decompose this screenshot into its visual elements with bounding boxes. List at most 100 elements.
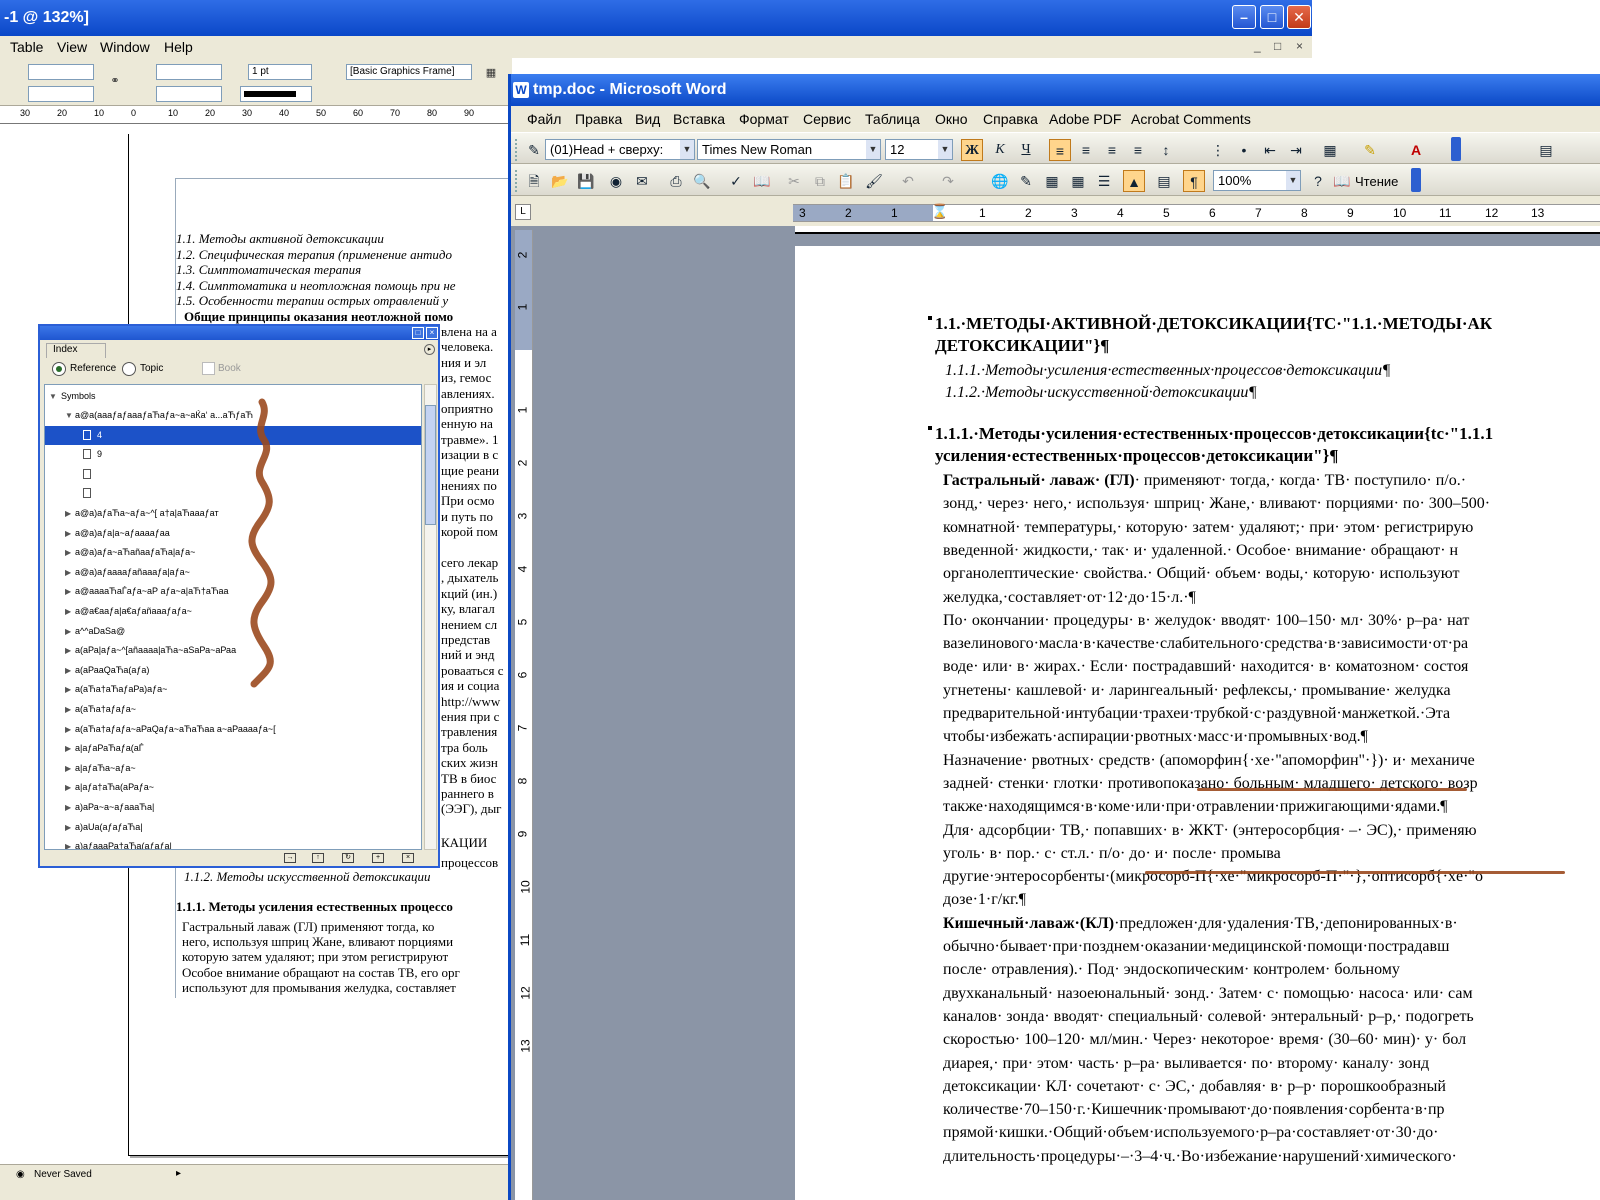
toolbar-grip[interactable] bbox=[515, 170, 519, 192]
chevron-down-icon[interactable]: ▼ bbox=[866, 140, 880, 159]
toolbar-options-chevron[interactable] bbox=[1411, 168, 1421, 192]
generate-index-icon[interactable]: ↑ bbox=[312, 853, 324, 863]
menu-table-ru[interactable]: Таблица bbox=[865, 111, 920, 127]
horizontal-ruler[interactable]: ⌛ 3 2 1 1 2 3 4 5 6 7 8 9 10 11 12 13 bbox=[793, 203, 1600, 222]
index-entry-list[interactable]: ▼ Symbols ▼ а@а(аааƒаƒаааƒаЋаƒа~а~аЌа‘ а...… bbox=[44, 384, 422, 850]
index-topic-row[interactable]: ▶ а|аƒаЋа~аƒа~ bbox=[45, 759, 421, 778]
document-text-line[interactable]: уголь· в· пор.· с· ст.л.· п/о· до· и· по… bbox=[943, 845, 1281, 863]
new-entry-icon[interactable]: + bbox=[372, 853, 384, 863]
collapsed-triangle-icon[interactable]: ▶ bbox=[65, 705, 71, 714]
menu-format[interactable]: Формат bbox=[739, 111, 789, 127]
collapsed-triangle-icon[interactable]: ▶ bbox=[65, 744, 71, 753]
menu-window[interactable]: Window bbox=[100, 39, 150, 55]
close-button[interactable]: ✕ bbox=[1287, 5, 1311, 29]
tables-borders-icon[interactable]: ✎ bbox=[1015, 170, 1037, 192]
document-text-line[interactable]: По· окончании· процедуры· в· желудок· вв… bbox=[943, 612, 1469, 630]
index-topic-row[interactable]: ▶ а(аЋа†аƒаƒа~аРаQаƒа~аЋаЋаа а~аРааааƒа~[ bbox=[45, 720, 421, 739]
index-topic-row[interactable]: ▶ а|аƒа†аЋа(аРаƒа~ bbox=[45, 778, 421, 797]
format-painter-icon[interactable]: 🖌 bbox=[863, 170, 885, 192]
menu-file[interactable]: Файл bbox=[527, 111, 561, 127]
document-text-line[interactable]: обычно·бывает·при·позднем·оказании·медиц… bbox=[943, 938, 1449, 956]
print-preview-icon[interactable]: 🔍 bbox=[691, 170, 713, 192]
palette-collapse-button[interactable]: □ bbox=[412, 327, 424, 339]
tab-stop-selector[interactable]: L bbox=[515, 204, 531, 220]
paste-icon[interactable]: 📋 bbox=[835, 170, 857, 192]
index-topic-row[interactable]: ▶ а@а)аƒа|а~аƒааааƒаа bbox=[45, 524, 421, 543]
index-topic-row[interactable]: ▶ а(аРа|аƒа~^[аñаааа|аЋа~аSаРа~аРаа bbox=[45, 641, 421, 660]
spelling-icon[interactable]: ✓ bbox=[725, 170, 747, 192]
index-page-reference[interactable]: 9 bbox=[45, 445, 421, 464]
object-style-select[interactable]: [Basic Graphics Frame] bbox=[346, 64, 472, 80]
collapsed-triangle-icon[interactable]: ▶ bbox=[65, 842, 71, 849]
columns-icon[interactable]: ☰ bbox=[1093, 170, 1115, 192]
rotation-field[interactable] bbox=[156, 64, 222, 80]
chevron-down-icon[interactable]: ▼ bbox=[938, 140, 952, 159]
heading-2-line-2[interactable]: усиления·естественных·процессов·детоксик… bbox=[935, 446, 1338, 466]
font-select[interactable]: Times New Roman ▼ bbox=[697, 139, 881, 160]
object-style-icon[interactable]: ▦ bbox=[484, 66, 498, 80]
read-mode-button[interactable]: Чтение bbox=[1355, 174, 1398, 189]
document-text-line[interactable]: Кишечный·лаваж·(КЛ)·предложен·для·удален… bbox=[943, 915, 1458, 933]
research-icon[interactable]: 📖 bbox=[751, 170, 773, 192]
index-topic-row[interactable]: ▶ а^^аDаSа@ bbox=[45, 622, 421, 641]
index-scroll-thumb[interactable] bbox=[425, 405, 436, 525]
permission-icon[interactable]: ◉ bbox=[605, 170, 627, 192]
index-topic-row[interactable]: ▶ а(аЋа†аЋаƒаРа)аƒа~ bbox=[45, 680, 421, 699]
font-color-button[interactable]: A bbox=[1405, 139, 1427, 161]
index-topic-row[interactable]: ▶ а(аЋа†аƒаƒа~ bbox=[45, 700, 421, 719]
bold-button[interactable]: Ж bbox=[961, 139, 983, 161]
collapsed-triangle-icon[interactable]: ▶ bbox=[65, 823, 71, 832]
index-scrollbar[interactable] bbox=[424, 384, 437, 850]
doc-restore-button[interactable]: □ bbox=[1274, 39, 1281, 53]
index-page-reference[interactable] bbox=[45, 484, 421, 503]
collapsed-triangle-icon[interactable]: ▶ bbox=[65, 529, 71, 538]
heading-2-line-1[interactable]: 1.1.1.·Методы·усиления·естественных·проц… bbox=[935, 424, 1493, 444]
menu-help-ru[interactable]: Справка bbox=[983, 111, 1038, 127]
topic-radio[interactable] bbox=[122, 362, 136, 376]
menu-view[interactable]: View bbox=[57, 39, 87, 55]
decrease-indent-button[interactable]: ⇤ bbox=[1259, 139, 1281, 161]
redo-icon[interactable]: ↷ bbox=[937, 170, 959, 192]
borders-button[interactable]: ▦ bbox=[1319, 139, 1341, 161]
index-page-reference[interactable] bbox=[45, 465, 421, 484]
index-topic-row[interactable]: ▶ а(аРааQаЋа(аƒа) bbox=[45, 661, 421, 680]
document-text-line[interactable]: желудка,·составляет·от·12·до·15·л.·¶ bbox=[943, 589, 1196, 607]
cut-icon[interactable]: ✂ bbox=[783, 170, 805, 192]
hyperlink-icon[interactable]: 🌐 bbox=[989, 170, 1011, 192]
reference-radio[interactable] bbox=[52, 362, 66, 376]
copy-icon[interactable]: ⧉ bbox=[809, 170, 831, 192]
book-checkbox[interactable] bbox=[202, 362, 215, 375]
index-topic-row[interactable]: ▶ а@ааааЋаЃаƒа~аР аƒа~а|аЋ†аЋаа bbox=[45, 582, 421, 601]
chevron-down-icon[interactable]: ▼ bbox=[1286, 171, 1300, 190]
index-topic-row[interactable]: ▶ а)аƒаааРа†аЋа(аƒаƒа| bbox=[45, 837, 421, 849]
open-folder-icon[interactable]: 📂 bbox=[549, 170, 571, 192]
minimize-button[interactable]: – bbox=[1232, 5, 1256, 29]
highlight-button[interactable]: ✎ bbox=[1359, 139, 1381, 161]
status-menu-arrow[interactable]: ▸ bbox=[176, 1168, 181, 1179]
document-text-line[interactable]: введенной· жидкости,· так· и· удаленной.… bbox=[943, 542, 1458, 560]
line-spacing-button[interactable]: ↕ bbox=[1155, 139, 1177, 161]
stroke-weight-select[interactable]: 1 pt bbox=[248, 64, 312, 80]
collapsed-triangle-icon[interactable]: ▶ bbox=[65, 783, 71, 792]
menu-edit[interactable]: Правка bbox=[575, 111, 622, 127]
collapsed-triangle-icon[interactable]: ▶ bbox=[65, 666, 71, 675]
new-document-icon[interactable]: 🗎 bbox=[523, 170, 545, 192]
document-text-line[interactable]: скоростью· 100–120· мл/мин.· Через· неко… bbox=[943, 1031, 1466, 1049]
index-topic-row[interactable]: ▶ а|аƒаРаЋаƒа(аЃ bbox=[45, 739, 421, 758]
toolbar-grip[interactable] bbox=[515, 139, 519, 161]
underline-button[interactable]: Ч bbox=[1015, 139, 1037, 161]
document-text-line[interactable]: вазелинового·масла·в·качестве·слабительн… bbox=[943, 635, 1468, 653]
word-app-icon[interactable]: W bbox=[513, 82, 529, 98]
styles-pane-icon[interactable]: ✎ bbox=[523, 139, 545, 161]
collapsed-triangle-icon[interactable]: ▶ bbox=[65, 548, 71, 557]
update-preview-icon[interactable]: ↻ bbox=[342, 853, 354, 863]
document-text-line[interactable]: диарея,· при· этом· часть· р–ра· выливае… bbox=[943, 1055, 1429, 1073]
stroke-type-select[interactable] bbox=[240, 86, 312, 102]
toc-entry[interactable]: 1.1.1.·Методы·усиления·естественных·проц… bbox=[945, 362, 1390, 380]
save-icon[interactable]: 💾 bbox=[575, 170, 597, 192]
menu-window-ru[interactable]: Окно bbox=[935, 111, 968, 127]
expand-triangle-icon[interactable]: ▼ bbox=[65, 411, 73, 420]
document-text-line[interactable]: двухканальный· назоеюнальный· зонд.· Зат… bbox=[943, 985, 1473, 1003]
collapsed-triangle-icon[interactable]: ▶ bbox=[65, 764, 71, 773]
document-text-line[interactable]: количестве·70–150·г.·Кишечник·промывают·… bbox=[943, 1101, 1445, 1119]
